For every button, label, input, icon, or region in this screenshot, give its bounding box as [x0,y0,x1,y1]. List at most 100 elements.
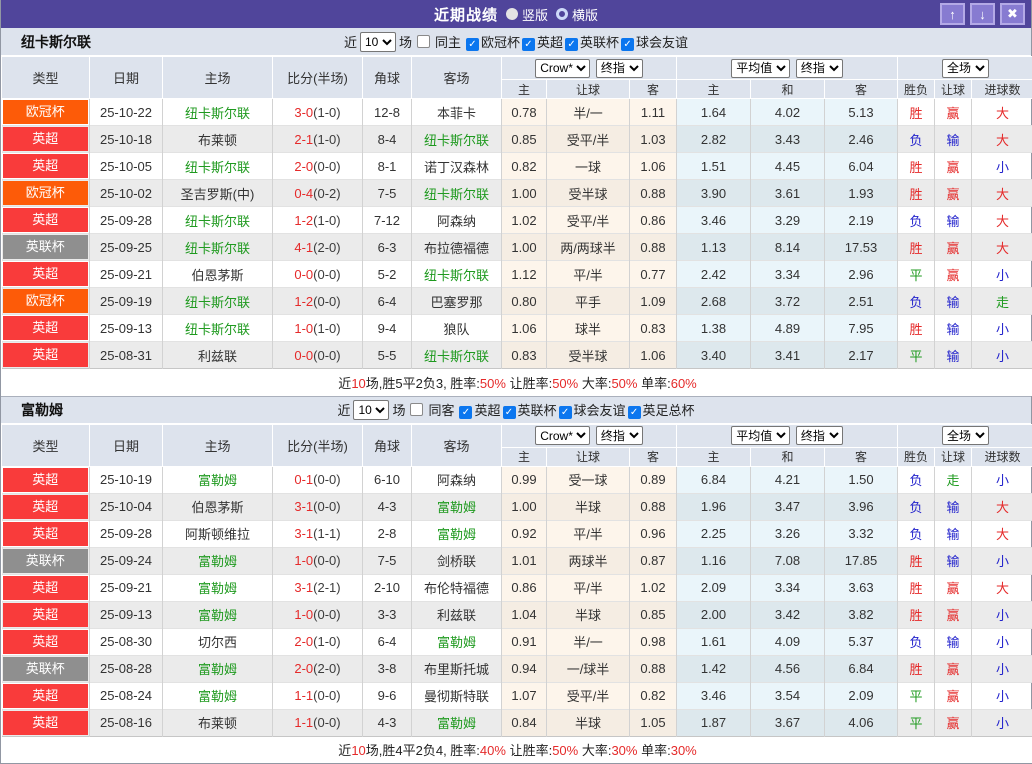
euro-time-select[interactable]: 终指 [796,59,843,78]
result-goals: 小 [972,153,1032,180]
asian-home-odds: 1.06 [502,315,547,342]
league-badge-cell: 英超 [2,493,90,520]
away-team: 纽卡斯尔联 [412,126,502,153]
result-handicap: 赢 [935,99,972,126]
league-filter-checkbox[interactable]: ✓ [621,38,634,51]
euro-source-select[interactable]: 平均值 [731,59,790,78]
asian-home-odds: 1.00 [502,180,547,207]
league-filter-checkbox[interactable]: ✓ [628,406,641,419]
euro-odds-controls: 平均值 终指 [677,57,898,80]
near-label: 近 [337,400,350,419]
away-team: 阿森纳 [412,466,502,493]
radio-vertical-label: 竖版 [522,5,548,24]
home-team: 伯恩茅斯 [163,493,273,520]
asian-handicap: 半球 [547,601,630,628]
asian-handicap: 受平/半 [547,126,630,153]
league-filter-checkbox[interactable]: ✓ [459,406,472,419]
league-filter-checkbox[interactable]: ✓ [466,38,479,51]
euro-away-odds: 3.82 [825,601,898,628]
asian-source-select[interactable]: Crow* [535,59,590,78]
league-filter-checkbox[interactable]: ✓ [503,406,516,419]
asian-handicap: 一球 [547,153,630,180]
league-badge: 欧冠杯 [3,100,89,124]
halftime-score: (2-0) [313,240,340,255]
home-team: 纽卡斯尔联 [163,207,273,234]
corners: 5-2 [363,261,412,288]
asian-time-select[interactable]: 终指 [596,59,643,78]
result-handicap: 赢 [935,682,972,709]
match-row: 欧冠杯25-10-02圣吉罗斯(中)0-4(0-2)7-5纽卡斯尔联1.00受半… [2,180,1032,207]
euro-home-odds: 1.51 [677,153,751,180]
euro-source-select[interactable]: 平均值 [731,426,790,445]
home-team: 伯恩茅斯 [163,261,273,288]
result-goals: 大 [972,574,1032,601]
euro-draw-odds: 4.56 [751,655,825,682]
asian-source-select[interactable]: Crow* [535,426,590,445]
team-section: 富勒姆 近 10 场 同客 ✓英超✓英联杯✓球会友谊✓英足总杯 类型 日期 [1,396,1031,764]
result-outcome: 胜 [898,547,935,574]
match-date: 25-09-21 [90,261,163,288]
euro-draw-odds: 3.34 [751,261,825,288]
score-cell: 1-1(0-0) [273,682,363,709]
sub-header: 让球 [547,80,630,99]
corners: 4-3 [363,709,412,736]
radio-unselected-icon[interactable] [556,8,568,20]
league-filter-checkbox[interactable]: ✓ [559,406,572,419]
asian-odds-controls: Crow* 终指 [502,424,677,447]
league-badge-cell: 英联杯 [2,547,90,574]
league-filter-checkbox[interactable]: ✓ [565,38,578,51]
same-venue-checkbox[interactable] [417,35,430,48]
asian-time-select[interactable]: 终指 [596,426,643,445]
home-team: 纽卡斯尔联 [163,288,273,315]
asian-home-odds: 0.99 [502,466,547,493]
result-goals: 小 [972,628,1032,655]
col-header-score: 比分(半场) [273,424,363,466]
sub-header: 和 [751,80,825,99]
summary-text: 单率: [637,743,670,758]
radio-selected-icon[interactable] [506,8,518,20]
asian-away-odds: 0.83 [630,315,677,342]
layout-option-horizontal[interactable]: 横版 [556,5,598,24]
league-badge-cell: 英超 [2,682,90,709]
asian-home-odds: 0.85 [502,126,547,153]
league-badge: 英超 [3,127,89,151]
league-badge: 欧冠杯 [3,289,89,313]
euro-away-odds: 1.50 [825,466,898,493]
same-venue-checkbox[interactable] [410,403,423,416]
layout-option-vertical[interactable]: 竖版 [506,5,548,24]
league-filter-checkbox[interactable]: ✓ [522,38,535,51]
corners: 2-10 [363,574,412,601]
result-outcome: 负 [898,207,935,234]
home-team: 布莱顿 [163,126,273,153]
match-count-select[interactable]: 10 [353,400,389,420]
match-count-select[interactable]: 10 [360,32,396,52]
league-filter-label: 球会友谊 [636,35,688,50]
match-date: 25-08-16 [90,709,163,736]
euro-draw-odds: 4.09 [751,628,825,655]
move-down-button[interactable]: ↓ [970,3,995,25]
scope-select[interactable]: 全场 [942,59,989,78]
score-cell: 3-1(0-0) [273,493,363,520]
euro-home-odds: 3.46 [677,682,751,709]
league-badge-cell: 英超 [2,628,90,655]
asian-handicap: 平/半 [547,520,630,547]
same-venue-label: 同客 [428,400,454,419]
result-goals: 小 [972,315,1032,342]
score-cell: 0-1(0-0) [273,466,363,493]
euro-away-odds: 17.85 [825,547,898,574]
close-button[interactable]: ✖ [1000,3,1025,25]
league-badge: 英超 [3,603,89,627]
summary-stat-value: 60% [671,376,697,391]
move-up-button[interactable]: ↑ [940,3,965,25]
league-badge-cell: 英超 [2,261,90,288]
euro-draw-odds: 3.41 [751,342,825,369]
euro-draw-odds: 3.26 [751,520,825,547]
result-handicap: 赢 [935,655,972,682]
halftime-score: (1-0) [313,634,340,649]
halftime-score: (2-1) [313,580,340,595]
euro-time-select[interactable]: 终指 [796,426,843,445]
score-cell: 1-2(1-0) [273,207,363,234]
euro-odds-controls: 平均值 终指 [677,424,898,447]
home-team: 纽卡斯尔联 [163,234,273,261]
scope-select[interactable]: 全场 [942,426,989,445]
